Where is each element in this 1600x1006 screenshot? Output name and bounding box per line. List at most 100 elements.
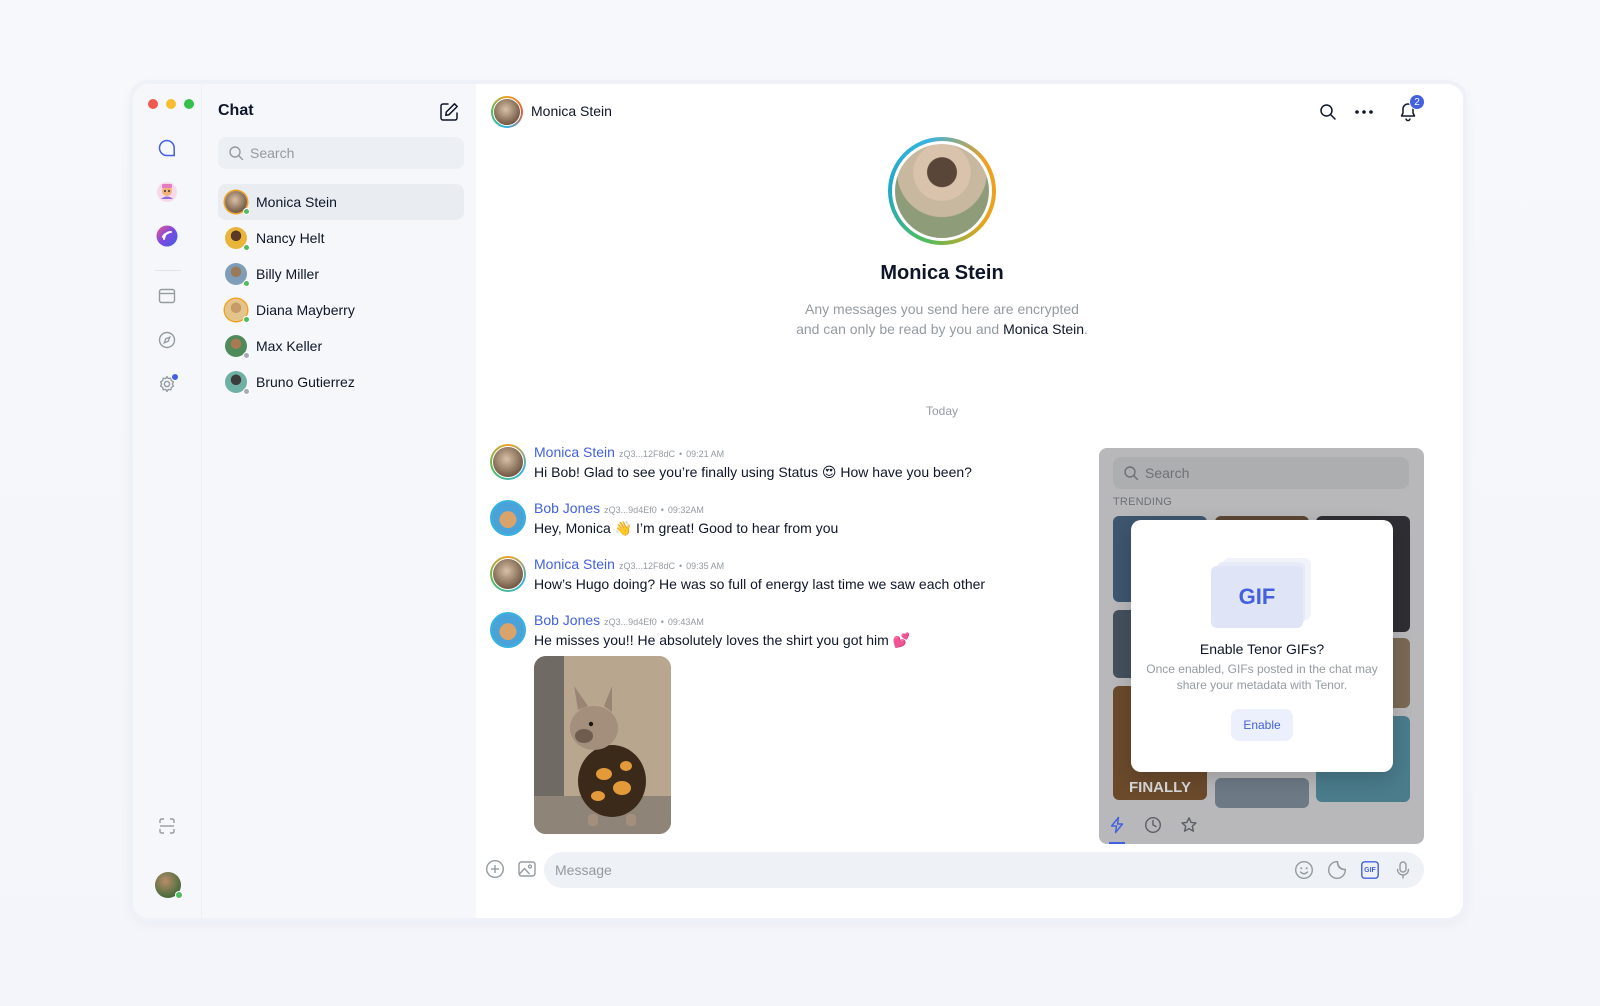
header-avatar[interactable] (491, 96, 523, 128)
header-contact-name[interactable]: Monica Stein (531, 103, 612, 119)
contact-avatar (225, 263, 250, 287)
chat-bubble-icon[interactable] (155, 136, 179, 160)
add-attachment-icon[interactable] (484, 858, 506, 880)
close-window-button[interactable] (148, 99, 158, 109)
community-avatar-icon[interactable] (155, 180, 179, 204)
search-icon[interactable] (1317, 101, 1339, 123)
contact-avatar (225, 191, 250, 215)
gif-button[interactable]: GIF (1359, 859, 1381, 881)
trending-label: TRENDING (1113, 496, 1173, 508)
app-window: Chat Monica Stein Nancy Helt (133, 84, 1463, 918)
contact-name: Bruno Gutierrez (256, 374, 355, 390)
composer-actions (484, 858, 538, 880)
message-avatar[interactable] (490, 612, 526, 648)
message-time: 09:35 AM (686, 561, 725, 571)
enable-tenor-modal: GIF Enable Tenor GIFs? Once enabled, GIF… (1131, 520, 1393, 772)
compass-icon[interactable] (155, 328, 179, 352)
image-upload-icon[interactable] (516, 858, 538, 880)
message-author[interactable]: Bob Jones (534, 612, 600, 628)
more-options-icon[interactable] (1353, 101, 1375, 123)
gif-button-label: GIF (1364, 867, 1376, 874)
user-avatar[interactable] (155, 872, 183, 899)
online-indicator (243, 244, 250, 251)
message-avatar[interactable] (490, 444, 526, 480)
contact-name: Diana Mayberry (256, 302, 355, 318)
message-avatar[interactable] (490, 556, 526, 592)
chat-header: Monica Stein 2 (476, 84, 1463, 140)
favorites-star-icon[interactable] (1178, 814, 1200, 836)
contact-name: Billy Miller (256, 266, 319, 282)
day-separator: Today (925, 404, 959, 418)
maximize-window-button[interactable] (184, 99, 194, 109)
gear-icon[interactable] (155, 372, 179, 396)
gif-tile[interactable] (1215, 778, 1309, 808)
sticker-icon[interactable] (1326, 859, 1348, 881)
message-input[interactable] (555, 862, 1255, 878)
gif-category-tabs (1099, 808, 1424, 844)
message-text: He misses you!! He absolutely loves the … (534, 632, 911, 648)
encryption-notice-period: . (1084, 321, 1088, 337)
message-author[interactable]: Monica Stein (534, 556, 615, 572)
message-avatar[interactable] (490, 500, 526, 536)
dog-photo-attachment[interactable] (534, 656, 671, 834)
contact-item-max-keller[interactable]: Max Keller (218, 328, 464, 364)
message-author[interactable]: Monica Stein (534, 444, 615, 460)
online-indicator (243, 280, 250, 287)
message-time: 09:32AM (667, 505, 704, 515)
contact-item-billy-miller[interactable]: Billy Miller (218, 256, 464, 292)
bell-icon[interactable]: 2 (1397, 94, 1425, 123)
scan-icon[interactable] (155, 814, 179, 838)
trending-bolt-icon[interactable] (1106, 814, 1128, 836)
message-key: zQ3...9d4Ef0 (604, 505, 657, 515)
contact-item-bruno-gutierrez[interactable]: Bruno Gutierrez (218, 364, 464, 400)
message-time: 09:43AM (667, 617, 704, 627)
contact-name: Nancy Helt (256, 230, 325, 246)
minimize-window-button[interactable] (166, 99, 176, 109)
message-text: Hey, Monica 👋 I’m great! Good to hear fr… (534, 520, 839, 536)
nav-rail (133, 84, 202, 918)
message-meta-dot: • (678, 561, 683, 571)
offline-indicator (243, 352, 250, 359)
message-key: zQ3...12F8dC (618, 561, 675, 571)
composer-tools: GIF (1293, 859, 1414, 881)
wallet-logo-icon[interactable] (155, 224, 179, 248)
sidebar-search-input[interactable] (250, 145, 450, 161)
gif-illustration: GIF (1211, 558, 1311, 628)
message-text: How’s Hugo doing? He was so full of ener… (534, 576, 986, 592)
sidebar-title: Chat (218, 102, 254, 119)
modal-title: Enable Tenor GIFs? (1199, 641, 1325, 657)
online-indicator (243, 208, 250, 215)
emoji-icon[interactable] (1293, 859, 1315, 881)
compose-icon[interactable] (438, 101, 460, 123)
gif-badge-label: GIF (1238, 584, 1276, 609)
gif-search[interactable]: Search (1113, 457, 1409, 489)
contact-item-monica-stein[interactable]: Monica Stein (218, 184, 464, 220)
rail-divider (155, 270, 181, 271)
settings-notification-dot (171, 373, 179, 381)
browser-window-icon[interactable] (155, 284, 179, 308)
chat-sidebar: Chat Monica Stein Nancy Helt (202, 84, 476, 918)
message-meta-dot: • (660, 505, 664, 515)
sidebar-search (218, 137, 464, 169)
recent-clock-icon[interactable] (1142, 814, 1164, 836)
message-text: Hi Bob! Glad to see you’re finally using… (534, 464, 972, 480)
contact-list: Monica Stein Nancy Helt Billy Miller Dia… (218, 184, 464, 400)
contact-name: Max Keller (256, 338, 323, 354)
profile-avatar (888, 137, 996, 245)
gif-search-placeholder: Search (1145, 465, 1190, 481)
offline-indicator (243, 388, 250, 395)
message-author[interactable]: Bob Jones (534, 500, 600, 516)
contact-item-diana-mayberry[interactable]: Diana Mayberry (218, 292, 464, 328)
message-key: zQ3...12F8dC (618, 449, 675, 459)
message-header: Monica Stein zQ3...12F8dC • 09:35 AM (534, 556, 724, 574)
encryption-notice: Any messages you send here are encrypted… (792, 299, 1092, 339)
enable-button[interactable]: Enable (1231, 709, 1293, 741)
message-header: Bob Jones zQ3...9d4Ef0 • 09:32AM (534, 500, 704, 518)
search-icon (1124, 466, 1139, 481)
microphone-icon[interactable] (1392, 859, 1414, 881)
modal-description: Once enabled, GIFs posted in the chat ma… (1146, 662, 1378, 692)
contact-item-nancy-helt[interactable]: Nancy Helt (218, 220, 464, 256)
message-header: Bob Jones zQ3...9d4Ef0 • 09:43AM (534, 612, 704, 630)
search-icon (229, 146, 244, 161)
online-indicator (243, 316, 250, 323)
